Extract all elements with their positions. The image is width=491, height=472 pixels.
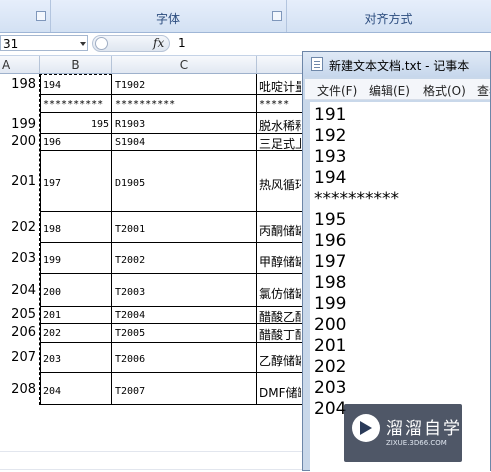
formula-input[interactable]: 1 — [178, 36, 186, 50]
notepad-title-bar[interactable]: 新建文本文档.txt - 记事本 — [303, 52, 490, 77]
dialog-launcher-icon[interactable] — [36, 11, 46, 21]
watermark-title: 溜溜自学 — [386, 419, 462, 439]
column-header-c[interactable]: C — [112, 56, 257, 74]
cell-b[interactable]: 195 — [43, 119, 109, 130]
cell-c[interactable]: T2005 — [115, 328, 145, 339]
text-line: 192 — [314, 126, 347, 146]
cell-d[interactable]: 醋酸丁酯 — [259, 326, 301, 343]
cell-b[interactable]: 204 — [43, 386, 61, 397]
cell-c[interactable]: D1905 — [115, 178, 145, 189]
cell-d[interactable]: 热风循环 — [259, 176, 301, 193]
row-header[interactable]: 205 — [0, 307, 40, 322]
menu-edit[interactable]: 编辑(E) — [369, 82, 410, 99]
text-line: 196 — [314, 231, 347, 251]
cell-d[interactable]: 三足式上 — [259, 135, 301, 152]
cell-b[interactable]: 201 — [43, 310, 61, 321]
text-line: 201 — [314, 336, 347, 356]
row-header[interactable]: 199 — [0, 117, 40, 132]
cell-c[interactable]: ********** — [115, 99, 175, 110]
alignment-group-label: 对齐方式 — [364, 12, 413, 26]
text-line: 204 — [314, 399, 347, 419]
cell-b[interactable]: 199 — [43, 255, 61, 266]
ribbon-group-left — [0, 0, 51, 32]
text-line: 198 — [314, 273, 347, 293]
text-line: 202 — [314, 357, 347, 377]
row-header[interactable]: 203 — [0, 251, 40, 266]
row-header[interactable]: 204 — [0, 283, 40, 298]
text-line: 203 — [314, 378, 347, 398]
cell-c[interactable]: T2006 — [115, 354, 145, 365]
cell-b[interactable]: 202 — [43, 328, 61, 339]
cancel-circle-icon[interactable] — [95, 37, 108, 50]
cell-d[interactable]: 乙醇储罐 — [259, 352, 301, 369]
cell-c[interactable]: T2004 — [115, 310, 145, 321]
cell-b[interactable]: ********** — [43, 99, 109, 110]
name-box-dropdown-icon[interactable] — [80, 42, 86, 46]
cell-d[interactable]: 吡啶计量 — [259, 78, 301, 95]
ribbon: 字体 对齐方式 — [0, 0, 491, 33]
cell-d[interactable]: 氯仿储罐 — [259, 285, 301, 302]
menu-file[interactable]: 文件(F) — [317, 82, 357, 99]
cell-b[interactable]: 197 — [43, 178, 61, 189]
cell-d[interactable]: 醋酸乙酯 — [259, 308, 301, 325]
cell-c[interactable]: T1902 — [115, 80, 145, 91]
border-line — [256, 74, 257, 404]
ribbon-group-font: 字体 — [50, 0, 287, 32]
text-line: 193 — [314, 147, 347, 167]
notepad-app-icon — [311, 57, 323, 71]
notepad-menu-bar: 文件(F) 编辑(E) 格式(O) 查看 — [305, 79, 490, 100]
formula-buttons: fx — [92, 35, 170, 52]
cell-b[interactable]: 196 — [43, 137, 61, 148]
cell-b[interactable]: 198 — [43, 224, 61, 235]
name-box[interactable]: 31 — [0, 35, 88, 51]
font-group-label: 字体 — [155, 12, 180, 26]
row-header[interactable]: 206 — [0, 325, 40, 340]
cell-d[interactable]: DMF储罐 — [259, 384, 301, 401]
watermark-subtitle: ZIXUE.3D66.COM — [386, 439, 447, 447]
notepad-title: 新建文本文档.txt - 记事本 — [329, 59, 470, 73]
cell-b[interactable]: 203 — [43, 354, 61, 365]
cell-c[interactable]: R1903 — [115, 119, 145, 130]
cell-c[interactable]: T2007 — [115, 386, 145, 397]
text-line: ********** — [314, 189, 399, 209]
cell-c[interactable]: T2002 — [115, 255, 145, 266]
row-header[interactable]: 208 — [0, 382, 40, 397]
insert-function-icon[interactable]: fx — [153, 36, 164, 50]
text-line: 197 — [314, 252, 347, 272]
row-header[interactable]: 200 — [0, 134, 40, 149]
text-line: 195 — [314, 210, 347, 230]
row-header[interactable]: 198 — [0, 77, 40, 92]
font-dialog-launcher-icon[interactable] — [272, 11, 282, 21]
row-header[interactable]: 202 — [0, 220, 40, 235]
cell-c[interactable]: T2001 — [115, 224, 145, 235]
watermark: 溜溜自学 ZIXUE.3D66.COM — [344, 404, 462, 462]
cell-d[interactable]: 丙酮储罐 — [259, 222, 301, 239]
text-line: 199 — [314, 294, 347, 314]
cell-d[interactable]: ***** — [259, 99, 301, 110]
cell-c[interactable]: T2003 — [115, 287, 145, 298]
cell-d[interactable]: 脱水稀释 — [259, 117, 301, 134]
play-logo-icon — [352, 414, 380, 442]
menu-view[interactable]: 查看 — [477, 82, 490, 99]
text-line: 194 — [314, 168, 347, 188]
column-header-a[interactable]: A — [0, 56, 40, 74]
row-header[interactable]: 207 — [0, 350, 40, 365]
row-header[interactable]: 201 — [0, 174, 40, 189]
ribbon-group-alignment: 对齐方式 — [286, 0, 491, 32]
column-header-b[interactable]: B — [40, 56, 112, 74]
cell-d[interactable]: 甲醇储罐 — [259, 253, 301, 270]
cell-c[interactable]: S1904 — [115, 137, 145, 148]
cell-b[interactable]: 200 — [43, 287, 61, 298]
text-line: 200 — [314, 315, 347, 335]
cell-b[interactable]: 194 — [43, 80, 61, 91]
text-line: 191 — [314, 105, 347, 125]
menu-format[interactable]: 格式(O) — [423, 82, 466, 99]
